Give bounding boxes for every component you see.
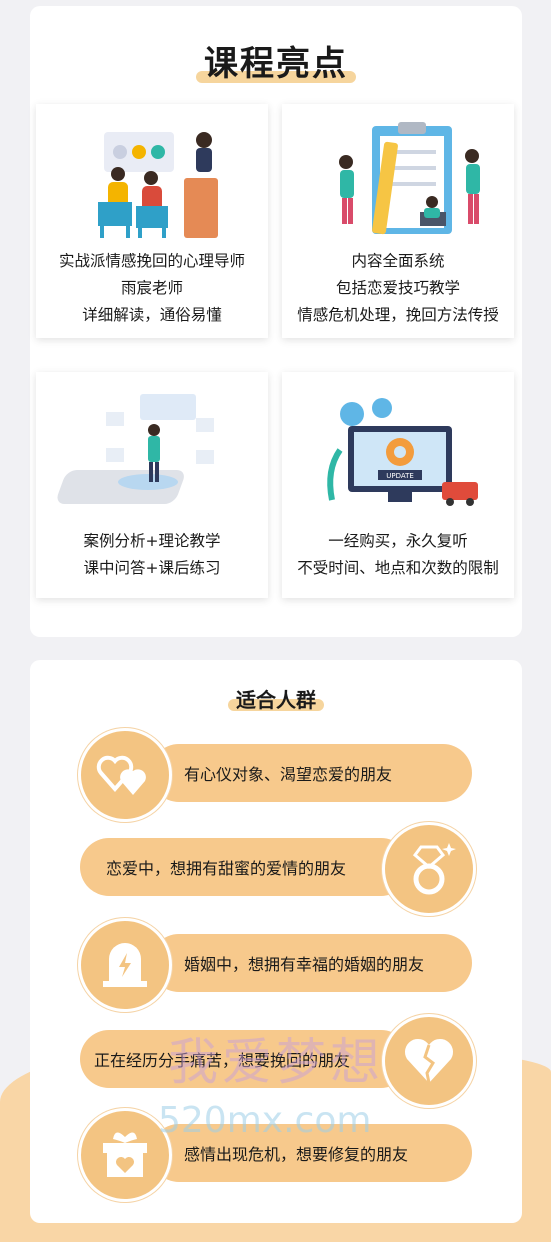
phone-hologram-illustration: [57, 394, 214, 504]
audience-title: 适合人群: [228, 684, 324, 713]
diamond-ring-icon: [412, 843, 456, 895]
classroom-illustration: [98, 132, 218, 238]
audience-item-label: 恋爱中，想拥有甜蜜的爱情的朋友: [106, 859, 347, 878]
audience-icon-circle: [382, 1014, 476, 1108]
audience-item: 感情出现危机，想要修复的朋友: [150, 1124, 472, 1182]
tile-line: 雨宸老师: [120, 279, 183, 297]
update-label: UPDATE: [386, 472, 414, 480]
audience-item-label: 感情出现危机，想要修复的朋友: [184, 1145, 409, 1164]
audience-card: 适合人群 有心仪对象、渴望恋爱的朋友 恋爱中，想拥有甜蜜的爱情的朋友 婚姻中，想…: [30, 660, 522, 1223]
tile-line: 详细解读，通俗易懂: [82, 306, 222, 324]
highlight-tile-lifetime: UPDATE 一经购买，永久复听 不受时间、地点和次数的限制: [282, 372, 514, 598]
update-illustration: UPDATE: [327, 398, 478, 506]
tile-line: 不受时间、地点和次数的限制: [297, 559, 499, 577]
highlights-card: 课程亮点 实战派情感挽回的心理导师 雨宸老师 详细解读，通俗易懂 内容全面系统 …: [30, 6, 522, 637]
tile-line: 案例分析+理论教学: [83, 532, 221, 550]
audience-item: 恋爱中，想拥有甜蜜的爱情的朋友: [80, 838, 410, 896]
gift-box-icon: [103, 1132, 147, 1177]
highlight-tile-content: 内容全面系统 包括恋爱技巧教学 情感危机处理，挽回方法传授: [282, 104, 514, 338]
audience-icon-circle: [382, 822, 476, 916]
audience-item: 婚姻中，想拥有幸福的婚姻的朋友: [150, 934, 472, 992]
tile-line: 内容全面系统: [351, 252, 445, 270]
audience-item-label: 正在经历分手痛苦，想要挽回的朋友: [94, 1051, 351, 1070]
highlight-tile-teacher: 实战派情感挽回的心理导师 雨宸老师 详细解读，通俗易懂: [36, 104, 268, 338]
tile-line: 情感危机处理，挽回方法传授: [297, 306, 499, 324]
tile-line: 包括恋爱技巧教学: [335, 279, 460, 297]
clipboard-illustration: [339, 122, 480, 235]
highlight-tile-cases: 案例分析+理论教学 课中问答+课后练习: [36, 372, 268, 598]
audience-icon-circle: [78, 918, 172, 1012]
tile-line: 实战派情感挽回的心理导师: [58, 252, 245, 270]
audience-item: 有心仪对象、渴望恋爱的朋友: [150, 744, 472, 802]
lightning-icon: [103, 943, 147, 987]
audience-item: 正在经历分手痛苦，想要挽回的朋友: [80, 1030, 410, 1088]
audience-icon-circle: [78, 728, 172, 822]
audience-icon-circle: [78, 1108, 172, 1202]
hearts-icon: [96, 755, 146, 795]
broken-heart-icon: [404, 1038, 454, 1084]
tile-line: 一经购买，永久复听: [328, 532, 468, 550]
audience-item-label: 有心仪对象、渴望恋爱的朋友: [184, 765, 393, 784]
audience-item-label: 婚姻中，想拥有幸福的婚姻的朋友: [184, 955, 425, 974]
highlights-title: 课程亮点: [196, 36, 356, 85]
tile-line: 课中问答+课后练习: [83, 559, 221, 577]
